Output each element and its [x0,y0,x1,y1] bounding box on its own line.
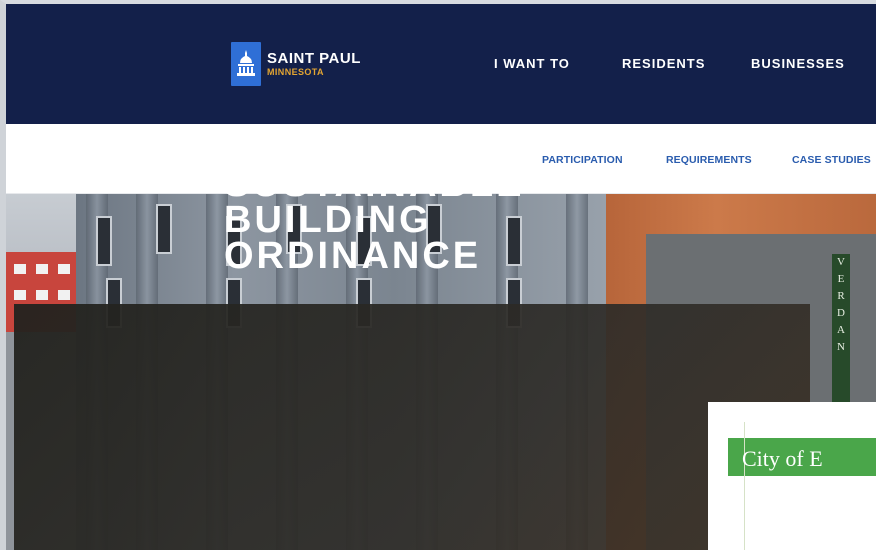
city-card: City of E [708,402,876,550]
nav-i-want-to[interactable]: I WANT TO [494,56,570,71]
subnav-requirements[interactable]: REQUIREMENTS [666,154,752,166]
logo-city-name: SAINT PAUL [267,50,361,67]
hero-title-overlay [14,304,810,550]
browser-frame: SAINT PAUL MINNESOTA I WANT TO RESIDENTS… [0,0,876,550]
page-title-line-3: ORDINANCE [224,235,482,277]
logo-state-name: MINNESOTA [267,67,324,77]
sign-letter: E [837,273,845,285]
page-title: SUSTAINABLE BUILDING ORDINANCE [224,163,525,277]
nav-residents[interactable]: RESIDENTS [622,56,705,71]
logo-text: SAINT PAUL MINNESOTA [267,51,361,77]
city-card-rule [744,422,745,550]
sign-letter: R [837,290,845,302]
city-card-text: City of E [742,446,823,471]
sign-letter: D [837,307,845,319]
subnav-case-studies[interactable]: CASE STUDIES [792,154,871,166]
page-title-line-1: SUSTAINABLE [224,163,525,205]
page-title-line-2: BUILDING [224,199,432,241]
top-navigation-bar: SAINT PAUL MINNESOTA I WANT TO RESIDENTS… [6,4,876,124]
sign-letter: A [837,324,845,336]
subnav-participation[interactable]: PARTICIPATION [542,154,623,166]
nav-businesses[interactable]: BUSINESSES [751,56,845,71]
sign-letter: N [837,341,845,353]
verdant-sign: V E R D A N [832,254,850,414]
capitol-building-icon [231,42,261,86]
saint-paul-logo[interactable]: SAINT PAUL MINNESOTA [231,42,361,86]
sign-letter: V [837,256,845,268]
